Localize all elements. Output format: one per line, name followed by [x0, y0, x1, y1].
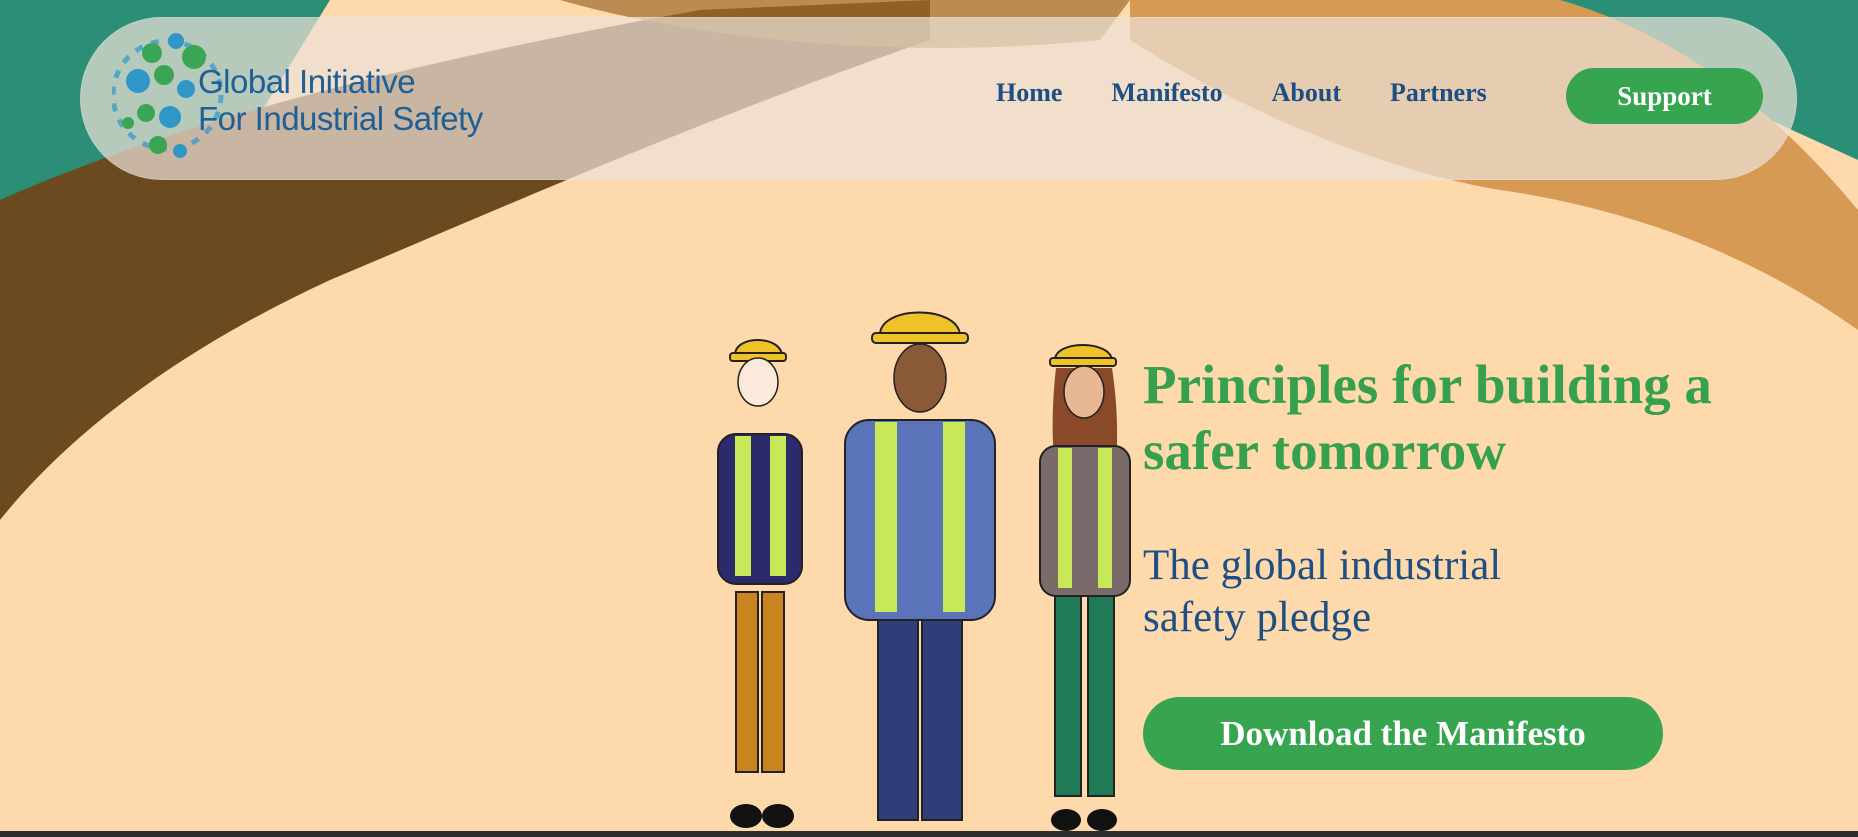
hero-subtitle-line-2: safety pledge	[1143, 594, 1372, 641]
brand-name: Global Initiative For Industrial Safety	[198, 63, 483, 137]
main-nav: Home Manifesto About Partners	[996, 78, 1536, 108]
worker-center	[844, 311, 996, 821]
hero-title: Principles for building a safer tomorrow	[1143, 354, 1712, 481]
nav-manifesto[interactable]: Manifesto	[1111, 78, 1222, 108]
hero-subtitle: The global industrial safety pledge	[1143, 540, 1563, 644]
brand-line-2: For Industrial Safety	[198, 100, 483, 137]
download-manifesto-button[interactable]: Download the Manifesto	[1143, 697, 1663, 770]
nav-about[interactable]: About	[1272, 78, 1341, 108]
worker-right	[1039, 344, 1131, 831]
hero-subtitle-line-1: The global industrial	[1143, 542, 1502, 589]
support-button[interactable]: Support	[1566, 68, 1763, 124]
nav-partners[interactable]: Partners	[1390, 78, 1487, 108]
worker-left	[717, 339, 803, 828]
nav-home[interactable]: Home	[996, 78, 1062, 108]
three-workers-illustration	[717, 311, 1131, 831]
brand-line-1: Global Initiative	[198, 63, 416, 100]
brand-logo[interactable]: Global Initiative For Industrial Safety	[112, 23, 512, 173]
